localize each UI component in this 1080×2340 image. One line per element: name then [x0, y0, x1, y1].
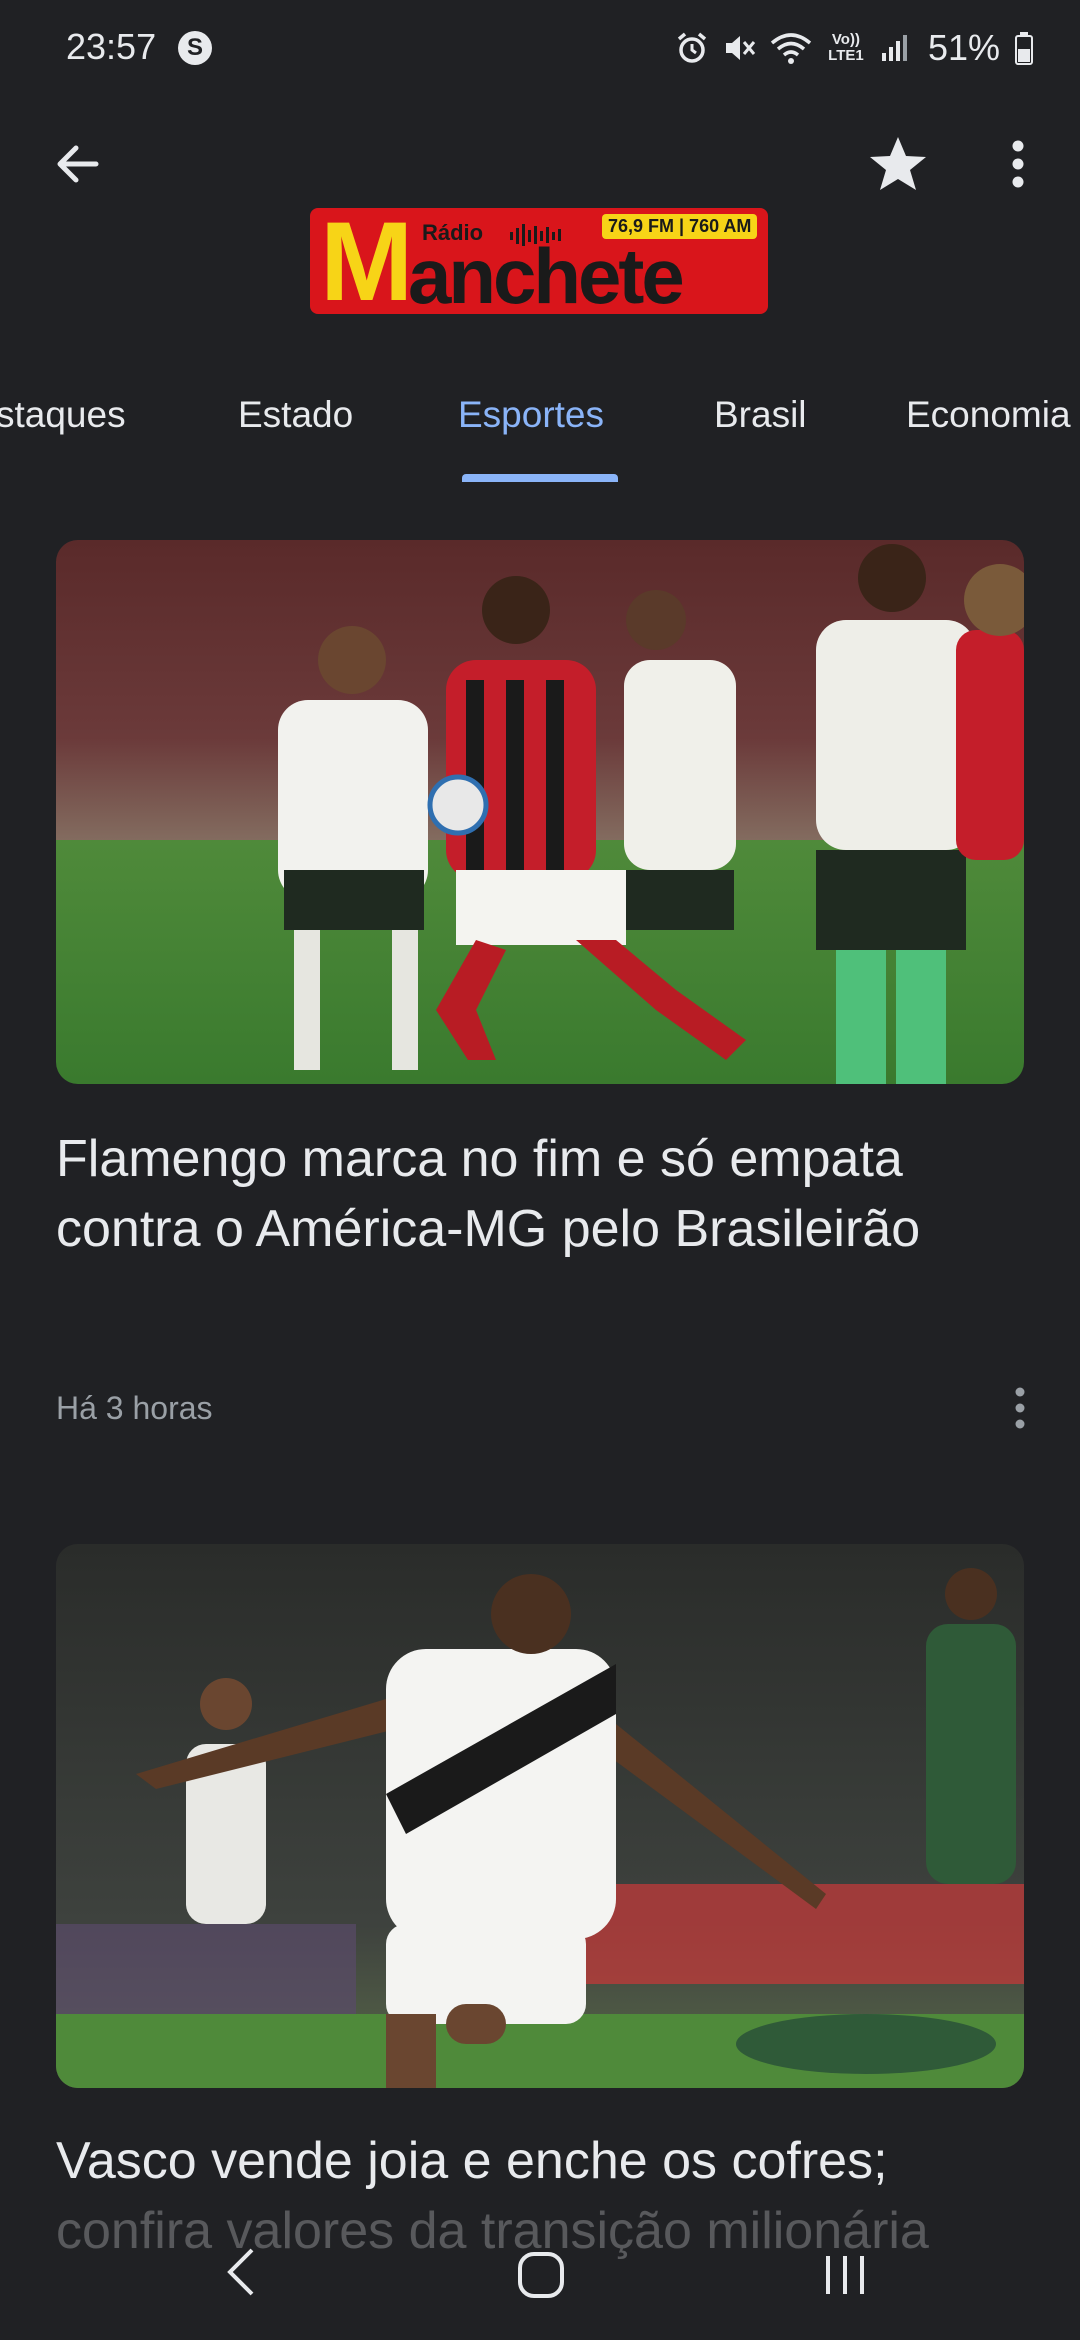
wifi-icon [770, 33, 812, 64]
battery-icon [1015, 32, 1033, 65]
article-more-button[interactable] [1000, 1380, 1040, 1436]
volte-icon: Vo)) LTE1 [828, 31, 864, 64]
status-time: 23:57 [66, 26, 157, 67]
nav-home-icon [518, 2252, 564, 2298]
s-app-icon: S [178, 31, 212, 65]
tab-destaques[interactable]: staques [0, 394, 126, 436]
signal-icon [881, 35, 907, 61]
article-image[interactable] [56, 1544, 1024, 2088]
tab-esportes[interactable]: Esportes [458, 394, 604, 436]
back-arrow-icon [57, 145, 99, 183]
star-icon [870, 137, 926, 190]
top-app-bar [0, 108, 1080, 218]
tab-economia[interactable]: Economia [906, 394, 1071, 436]
article-image[interactable] [56, 540, 1024, 1084]
status-bar: 23:57 S Vo)) LTE1 51% [0, 0, 1080, 96]
nav-recents-icon [826, 2256, 864, 2294]
battery-percent: 51% [927, 27, 1000, 68]
section-tabs: staques Estado Esportes Brasil Economia [0, 370, 1080, 482]
nav-back-button[interactable] [218, 2244, 262, 2305]
tab-brasil[interactable]: Brasil [714, 394, 807, 436]
nav-home-button[interactable] [516, 2250, 566, 2305]
football-match-photo [56, 540, 1024, 1084]
status-icons: Vo)) LTE1 51% [676, 24, 1034, 72]
more-options-button[interactable] [990, 132, 1046, 196]
active-tab-indicator [462, 474, 618, 482]
nav-recents-button[interactable] [822, 2250, 868, 2305]
article-title[interactable]: Flamengo marca no fim e só empata contra… [56, 1124, 1024, 1264]
radio-manchete-logo: M Rádio 76,9 FM | 760 AM anchete [310, 208, 768, 314]
more-vert-icon [1012, 140, 1024, 188]
tab-estado[interactable]: Estado [238, 394, 353, 436]
article-timestamp: Há 3 horas [56, 1390, 213, 1426]
nav-back-icon [227, 2248, 254, 2296]
alarm-icon [677, 32, 707, 63]
football-player-celebration-photo [56, 1544, 1024, 2088]
follow-star-button[interactable] [866, 132, 930, 196]
logo-word: anchete [408, 232, 685, 314]
back-button[interactable] [46, 132, 110, 196]
logo-letter-m: M [320, 208, 413, 314]
system-navigation-bar [0, 2206, 1080, 2340]
mute-icon [725, 36, 756, 60]
more-vert-icon [1015, 1387, 1025, 1429]
